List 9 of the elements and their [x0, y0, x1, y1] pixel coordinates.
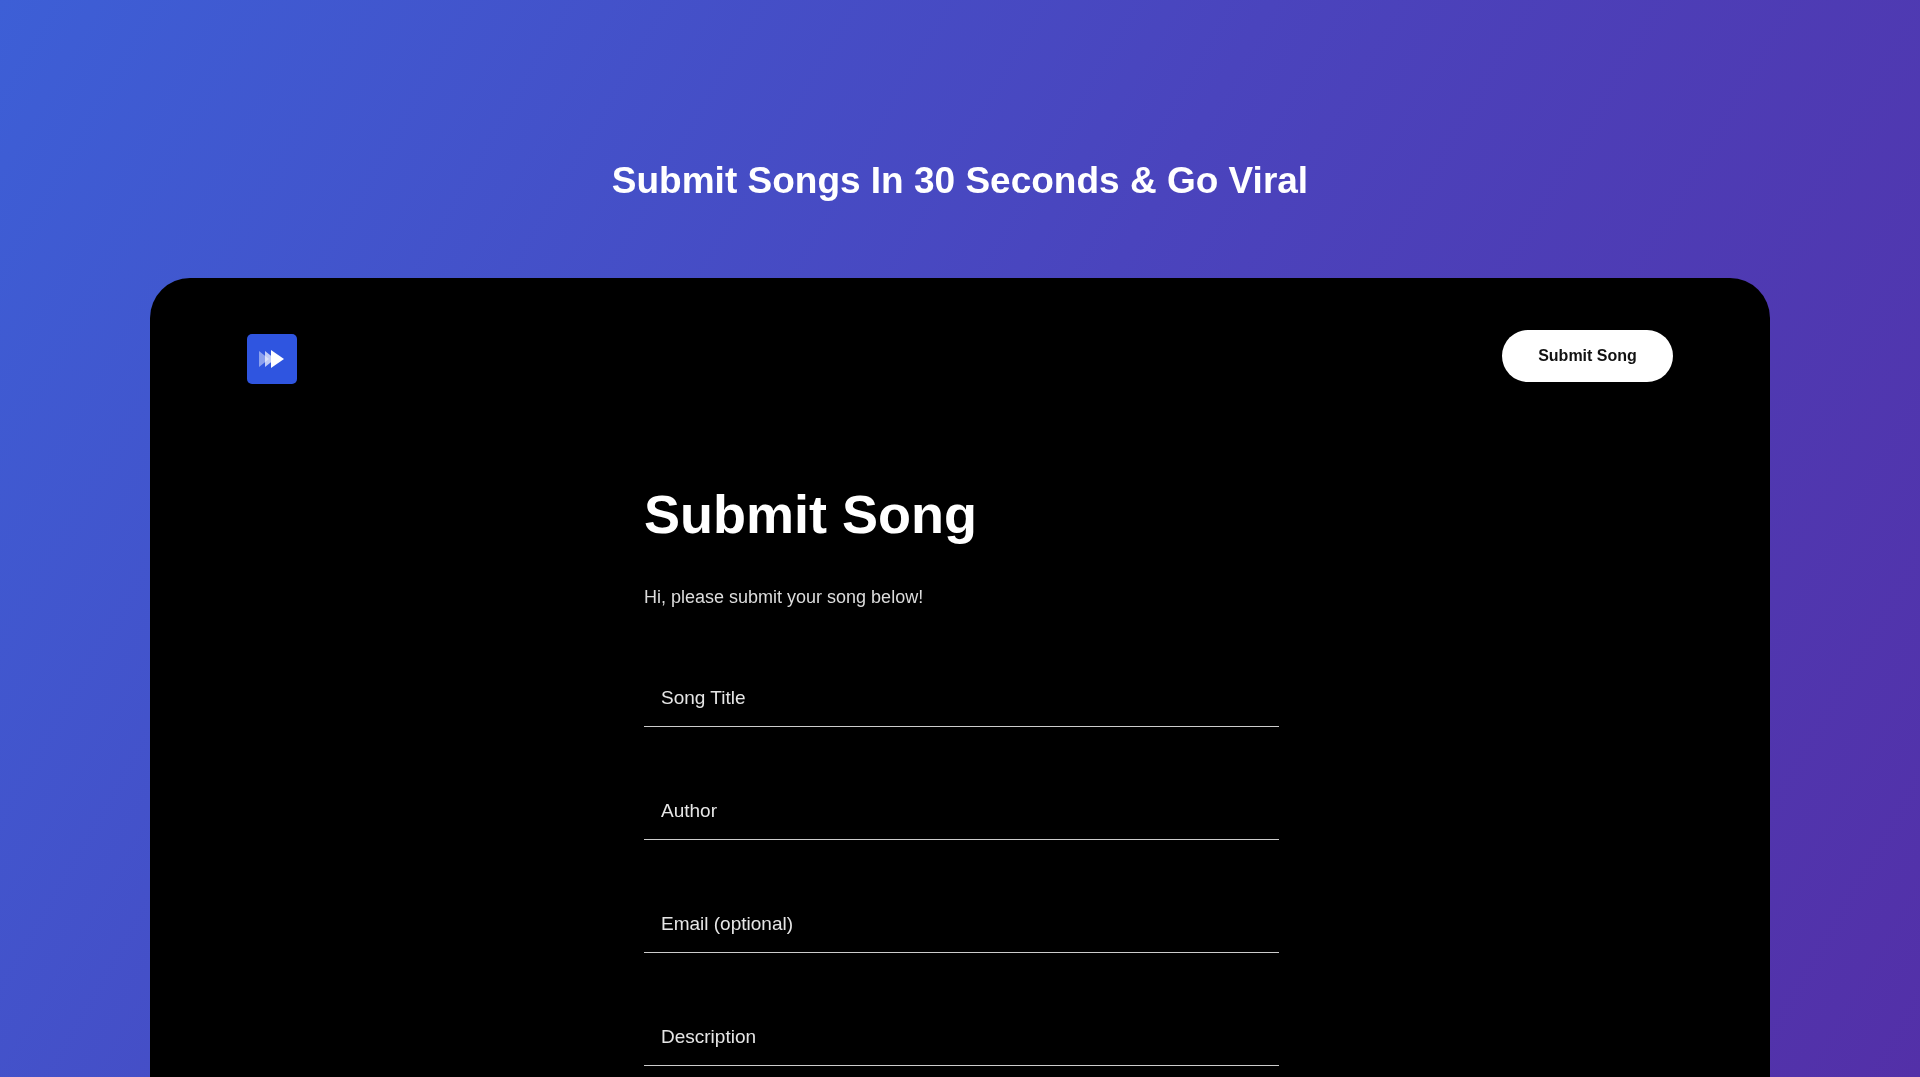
submit-song-button[interactable]: Submit Song: [1502, 330, 1673, 382]
form-title: Submit Song: [644, 483, 977, 546]
input-field[interactable]: Description: [644, 1008, 1279, 1066]
input-field[interactable]: Song Title: [644, 669, 1279, 727]
fast-forward-logo-icon[interactable]: [247, 334, 297, 384]
input-field[interactable]: Author: [644, 782, 1279, 840]
input-field[interactable]: Email (optional): [644, 895, 1279, 953]
form-subtitle: Hi, please submit your song below!: [644, 586, 924, 609]
headline: Submit Songs In 30 Seconds & Go Viral: [611, 159, 1309, 203]
